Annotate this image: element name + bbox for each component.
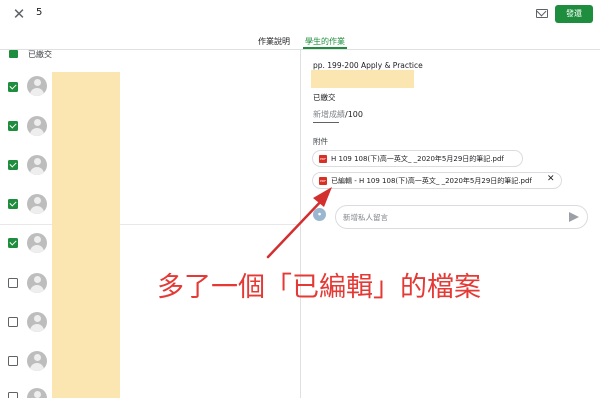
annotation-caption: 多了一個「已編輯」的檔案 bbox=[157, 272, 481, 303]
pdf-icon: PDF bbox=[319, 155, 327, 163]
section-label-turned-in: 已繳交 bbox=[28, 50, 52, 59]
student-count: 5 bbox=[36, 7, 43, 18]
comment-placeholder: 新增私人留言 bbox=[343, 213, 388, 222]
tab-instructions[interactable]: 作業說明 bbox=[258, 36, 290, 47]
send-icon[interactable] bbox=[569, 212, 579, 222]
pane-divider bbox=[300, 50, 301, 398]
student-checkbox[interactable] bbox=[8, 278, 18, 288]
student-avatar bbox=[27, 273, 47, 293]
grade-max: /100 bbox=[345, 110, 363, 119]
student-checkbox[interactable] bbox=[8, 160, 18, 170]
student-avatar bbox=[27, 194, 47, 214]
student-checkbox[interactable] bbox=[8, 199, 18, 209]
submission-status: 已繳交 bbox=[313, 93, 336, 102]
attachment-name: H 109 108(下)高一英文_ _2020年5月29日的筆記.pdf bbox=[331, 155, 504, 163]
student-avatar bbox=[27, 233, 47, 253]
student-avatar bbox=[27, 116, 47, 136]
redacted-student-names bbox=[52, 72, 120, 398]
close-icon[interactable]: ✕ bbox=[12, 6, 26, 22]
student-checkbox[interactable] bbox=[8, 317, 18, 327]
student-checkbox[interactable] bbox=[8, 356, 18, 366]
student-checkbox[interactable] bbox=[8, 238, 18, 248]
tab-student-work[interactable]: 學生的作業 bbox=[305, 36, 345, 47]
assignment-pages: pp. 199-200 Apply & Practice bbox=[313, 61, 423, 70]
student-avatar bbox=[27, 388, 47, 398]
attachment-chip[interactable]: PDF H 109 108(下)高一英文_ _2020年5月29日的筆記.pdf bbox=[312, 150, 523, 167]
student-avatar bbox=[27, 155, 47, 175]
attachment-chip-edited[interactable]: PDF 已編輯 - H 109 108(下)高一英文_ _2020年5月29日的… bbox=[312, 172, 562, 189]
student-checkbox[interactable] bbox=[8, 82, 18, 92]
student-checkbox[interactable] bbox=[8, 121, 18, 131]
student-avatar bbox=[27, 351, 47, 371]
redacted-student-name bbox=[311, 70, 414, 88]
teacher-avatar: ● bbox=[313, 208, 326, 221]
attachment-name: 已編輯 - H 109 108(下)高一英文_ _2020年5月29日的筆記.p… bbox=[331, 177, 532, 185]
grade-placeholder: 新增成績 bbox=[313, 110, 345, 119]
return-button[interactable]: 發還 bbox=[555, 5, 593, 23]
student-avatar bbox=[27, 312, 47, 332]
mail-icon[interactable] bbox=[536, 9, 548, 18]
remove-attachment-icon[interactable]: ✕ bbox=[547, 174, 555, 184]
row-divider bbox=[0, 224, 300, 225]
student-checkbox[interactable] bbox=[8, 392, 18, 398]
private-comment-input[interactable]: 新增私人留言 bbox=[335, 205, 588, 229]
pdf-icon: PDF bbox=[319, 177, 327, 185]
section-select-checkbox[interactable] bbox=[9, 50, 18, 58]
student-avatar bbox=[27, 76, 47, 96]
grade-field[interactable]: 新增成績/100 bbox=[313, 109, 363, 120]
grade-underline bbox=[313, 122, 339, 123]
top-bar: ✕ 5 發還 bbox=[0, 0, 600, 30]
attachments-label: 附件 bbox=[313, 137, 328, 146]
